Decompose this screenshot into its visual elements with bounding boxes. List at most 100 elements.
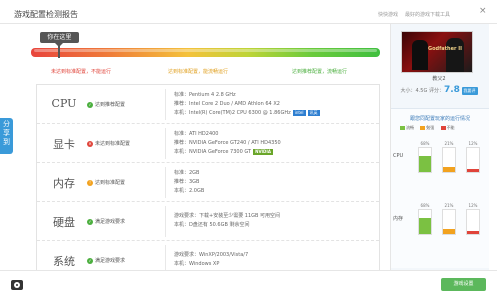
bar-container xyxy=(442,209,456,235)
bar xyxy=(467,169,479,172)
status-text: ✓ 达到推荐配置 xyxy=(87,101,126,108)
header-link-slogan[interactable]: 最好的游戏下载工具 xyxy=(405,11,450,18)
bar-container xyxy=(442,147,456,173)
config-row-cpu: CPU ✓ 达到推荐配置 标准：Pentium 4 2.8 GHz 推荐：Inte… xyxy=(37,85,379,124)
title-bar: 游戏配置检测报告 快快游戏 最好的游戏下载工具 × xyxy=(0,0,497,24)
recommended-text: 推荐：Intel Core 2 Duo / AMD Athlon 64 X2 xyxy=(174,101,280,107)
config-row-disk: 硬盘 ✓ 满足游戏要求 游戏要求：下载+安装至少需要 11GB 可用空间 本机：D… xyxy=(37,202,379,241)
bar-container xyxy=(466,209,480,235)
category-label: 系统 xyxy=(53,255,75,268)
config-row-gpu: 显卡 ✕ 未达到标准配置 标准：ATI HD2400 推荐：NVIDIA GeFo… xyxy=(37,124,379,163)
bar-container xyxy=(466,147,480,173)
bar-value-label: 68% xyxy=(420,203,430,208)
rate-button[interactable]: 我要评 xyxy=(461,86,478,95)
check-icon: ✓ xyxy=(87,218,93,225)
stats-series-label: CPU xyxy=(393,153,404,159)
check-icon: ✓ xyxy=(87,257,93,264)
bar xyxy=(443,167,455,172)
window-title: 游戏配置检测报告 xyxy=(14,10,78,19)
config-row-memory: 内存 ! 达到标准配置 标准：2GB 推荐：3GB 本机：2.0GB xyxy=(37,163,379,202)
poster-title: Godfather II xyxy=(428,46,462,52)
camera-icon[interactable] xyxy=(11,280,23,290)
gauge-label-recommended: 达到推荐配置，流畅运行 xyxy=(292,69,348,75)
game-settings-button[interactable]: 游戏设置 xyxy=(441,278,486,291)
mine-line: 本机：Intel(R) Core(TM)2 CPU 6300 @ 1.86GHz… xyxy=(174,109,374,118)
recommended-text: 推荐：NVIDIA GeForce GT240 / ATI HD4350 xyxy=(174,140,281,146)
bar xyxy=(467,231,479,234)
game-name: 教父2 xyxy=(432,76,446,82)
legend-item-barely: 勉强 xyxy=(420,125,434,130)
gauge-scale-labels: 未达到标准配置，不能运行 达到标准配置，能流畅运行 达到推荐配置，流畅运行 xyxy=(24,68,380,76)
bar-container xyxy=(418,209,432,235)
bar-value-label: 21% xyxy=(444,141,454,146)
mine-text: 本机：NVIDIA GeForce 7300 GT xyxy=(174,149,252,155)
stats-title: 跟您同配置玩家的运行情况 xyxy=(409,116,470,122)
bar-value-label: 12% xyxy=(468,203,478,208)
legend-item-cannot: 不能 xyxy=(440,125,455,130)
bar xyxy=(443,229,455,234)
recommended-text: 推荐：3GB xyxy=(174,179,200,185)
standard-text: 标准：2GB xyxy=(174,170,200,176)
stats-series-label: 内存 xyxy=(393,216,404,222)
bar xyxy=(419,218,431,234)
mine-text: 本机：D盘还有 50.6GB 剩余空间 xyxy=(174,222,250,228)
player-stats-panel: 跟您同配置玩家的运行情况 流畅 勉强 不能 CPU 68% 21% 12% 内存 68% 2… xyxy=(391,108,489,268)
intel-badge: intel xyxy=(292,109,306,116)
status-text: ✕ 未达到标准配置 xyxy=(87,140,131,147)
bottom-bar: 游戏设置 xyxy=(0,270,497,301)
requirements: 游戏要求：下载+安装至少需要 11GB 可用空间 本机：D盘还有 50.6GB … xyxy=(174,212,374,230)
gauge-label-standard: 达到标准配置，能流畅运行 xyxy=(168,69,229,75)
close-icon[interactable]: × xyxy=(479,7,487,16)
bar-value-label: 21% xyxy=(444,203,454,208)
standard-text: 标准：Pentium 4 2.8 GHz xyxy=(174,92,236,98)
stats-chart: CPU 68% 21% 12% 内存 68% 21% 12% xyxy=(391,139,489,269)
divider xyxy=(165,128,166,159)
bar xyxy=(419,156,431,172)
mine-text: 本机：2.0GB xyxy=(174,188,205,194)
game-info-panel: Godfather II 教父2 大小：4.5G 评分：7.8 我要评 跟您同配… xyxy=(390,24,489,270)
standard-text: 标准：ATI HD2400 xyxy=(174,131,219,137)
requirements: 标准：2GB 推荐：3GB 本机：2.0GB xyxy=(174,169,374,196)
cross-icon: ✕ xyxy=(87,140,93,147)
divider xyxy=(165,89,166,120)
share-side-tab[interactable]: 分享到 xyxy=(0,118,13,154)
category-label: 内存 xyxy=(53,177,75,190)
game-meta: 大小：4.5G 评分：7.8 我要评 xyxy=(400,85,478,95)
divider xyxy=(165,206,166,237)
category-label: 显卡 xyxy=(53,138,75,151)
bar-container xyxy=(418,147,432,173)
status-text: ✓ 满足游戏要求 xyxy=(87,257,126,264)
poster-figure xyxy=(412,40,428,70)
standard-text: 游戏要求：WinXP/2003/Vista/7 xyxy=(174,252,249,258)
mine-line: 本机：NVIDIA GeForce 7300 GT NVIDIA xyxy=(174,148,374,157)
warning-icon: ! xyxy=(87,179,93,186)
status-text: ! 达到标准配置 xyxy=(87,179,125,186)
gauge-marker-label: 你在这里 xyxy=(39,32,79,43)
nvidia-badge: NVIDIA xyxy=(253,148,273,155)
category-label: 硬盘 xyxy=(53,216,75,229)
game-score: 7.8 xyxy=(443,85,460,95)
config-table: CPU ✓ 达到推荐配置 标准：Pentium 4 2.8 GHz 推荐：Inte… xyxy=(36,84,380,282)
category-label: CPU xyxy=(51,97,77,110)
legend-item-smooth: 流畅 xyxy=(400,125,414,130)
intel-badge-2: 讯英 xyxy=(307,109,320,116)
mine-text: 本机：Windows XP xyxy=(174,261,220,267)
game-size: 4.5G xyxy=(415,88,428,94)
bar-value-label: 68% xyxy=(420,141,430,146)
divider xyxy=(165,167,166,198)
gauge-label-fail: 未达到标准配置，不能运行 xyxy=(51,69,112,75)
requirements: 标准：Pentium 4 2.8 GHz 推荐：Intel Core 2 Duo… xyxy=(174,91,374,118)
report-main: 你在这里 未达到标准配置，不能运行 达到标准配置，能流畅运行 达到推荐配置，流畅… xyxy=(24,26,380,282)
performance-gauge xyxy=(31,48,380,57)
header-link-kuaikuai[interactable]: 快快游戏 xyxy=(378,11,398,18)
bar-value-label: 12% xyxy=(468,141,478,146)
game-poster[interactable]: Godfather II xyxy=(401,31,473,73)
status-text: ✓ 满足游戏要求 xyxy=(87,218,126,225)
mine-text: 本机：Intel(R) Core(TM)2 CPU 6300 @ 1.86GHz xyxy=(174,110,291,116)
requirements: 标准：ATI HD2400 推荐：NVIDIA GeForce GT240 / … xyxy=(174,130,374,157)
check-icon: ✓ xyxy=(87,101,93,108)
poster-figure xyxy=(446,38,464,72)
gauge-marker-line xyxy=(57,46,60,58)
standard-text: 游戏要求：下载+安装至少需要 11GB 可用空间 xyxy=(174,213,281,219)
stats-legend: 流畅 勉强 不能 xyxy=(400,125,490,131)
